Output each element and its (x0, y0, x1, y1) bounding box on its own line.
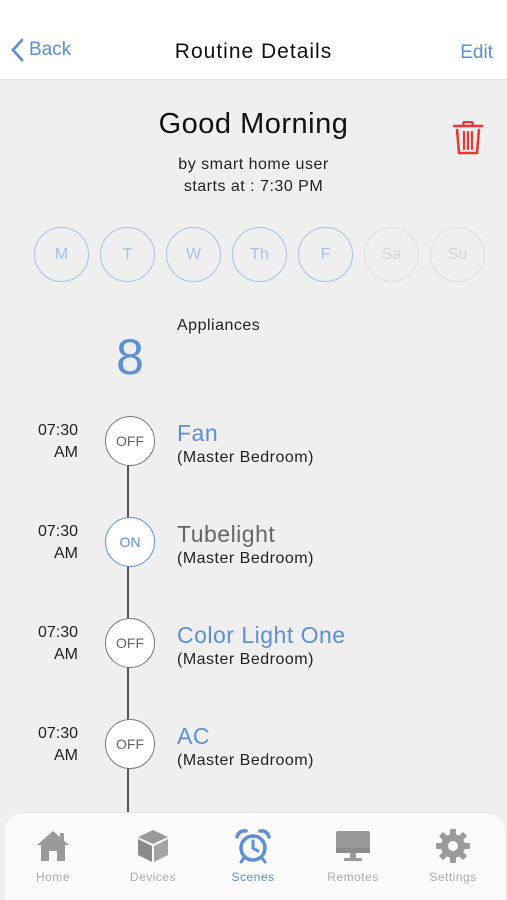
tab-devices[interactable]: Devices (105, 828, 201, 884)
tab-scenes[interactable]: Scenes (205, 828, 301, 884)
appliance-room: (Master Bedroom) (177, 752, 314, 769)
tab-label: Devices (129, 870, 177, 884)
tab-remotes[interactable]: Remotes (305, 828, 401, 884)
cube-icon (138, 830, 168, 862)
appliance-name[interactable]: Tubelight (177, 521, 275, 548)
screen: Back Routine Details Edit Good Morning b… (0, 0, 507, 900)
schedule-item: 07:30 AM OFF AC (Master Bedroom) (0, 719, 507, 779)
appliance-state-toggle[interactable]: OFF (105, 719, 155, 769)
schedule-time-ampm: AM (54, 545, 78, 562)
edit-button[interactable]: Edit (460, 42, 493, 64)
schedule-item: 07:30 AM OFF Fan (Master Bedroom) (0, 416, 507, 476)
schedule-time-hm: 07:30 (37, 624, 78, 641)
tab-label: Settings (429, 870, 477, 884)
appliances-count: 8 (116, 329, 144, 385)
routine-start-time: starts at : 7:30 PM (183, 178, 324, 195)
schedule-time: 07:30 AM (20, 420, 78, 464)
delete-routine-button[interactable] (452, 120, 484, 155)
routine-name: Good Morning (158, 108, 349, 140)
routine-author: by smart home user (178, 156, 329, 173)
tab-settings[interactable]: Settings (405, 828, 501, 884)
gear-icon (436, 829, 470, 863)
appliance-room: (Master Bedroom) (177, 449, 314, 466)
trash-icon (452, 120, 484, 155)
tab-label: Scenes (231, 870, 275, 884)
schedule-time: 07:30 AM (20, 521, 78, 565)
nav-header: Back Routine Details Edit (0, 0, 507, 80)
appliance-name[interactable]: Fan (177, 420, 218, 447)
appliance-state-toggle[interactable]: ON (105, 517, 155, 567)
monitor-icon (336, 831, 370, 861)
schedule-item: 07:30 AM ON Tubelight (Master Bedroom) (0, 517, 507, 577)
page-title: Routine Details (174, 40, 333, 63)
house-icon (37, 831, 69, 861)
tab-bar: Home Devices Scenes Remotes Settings (5, 812, 505, 900)
schedule-time-hm: 07:30 (37, 422, 78, 439)
day-thursday[interactable]: Th (232, 227, 287, 282)
tab-label: Home (35, 870, 70, 884)
day-tuesday[interactable]: T (100, 227, 155, 282)
weekday-selector: M T W Th F Sa Su (34, 227, 485, 282)
day-friday[interactable]: F (298, 227, 353, 282)
appliance-state-toggle[interactable]: OFF (105, 416, 155, 466)
day-saturday[interactable]: Sa (364, 227, 419, 282)
schedule-time: 07:30 AM (20, 723, 78, 767)
appliance-name[interactable]: AC (177, 723, 210, 750)
tab-label: Remotes (327, 870, 379, 884)
day-monday[interactable]: M (34, 227, 89, 282)
appliance-room: (Master Bedroom) (177, 550, 314, 567)
schedule-time-ampm: AM (54, 444, 78, 461)
schedule-time: 07:30 AM (20, 622, 78, 666)
day-sunday[interactable]: Su (430, 227, 485, 282)
appliance-room: (Master Bedroom) (177, 651, 314, 668)
appliance-name[interactable]: Color Light One (177, 622, 346, 649)
tab-home[interactable]: Home (5, 828, 101, 884)
appliances-label: Appliances (177, 317, 261, 334)
schedule-time-hm: 07:30 (37, 523, 78, 540)
day-wednesday[interactable]: W (166, 227, 221, 282)
schedule-time-ampm: AM (54, 646, 78, 663)
appliance-state-toggle[interactable]: OFF (105, 618, 155, 668)
schedule-time-ampm: AM (54, 747, 78, 764)
schedule-time-hm: 07:30 (37, 725, 78, 742)
schedule-item: 07:30 AM OFF Color Light One (Master Bed… (0, 618, 507, 678)
alarm-clock-icon (235, 829, 271, 864)
